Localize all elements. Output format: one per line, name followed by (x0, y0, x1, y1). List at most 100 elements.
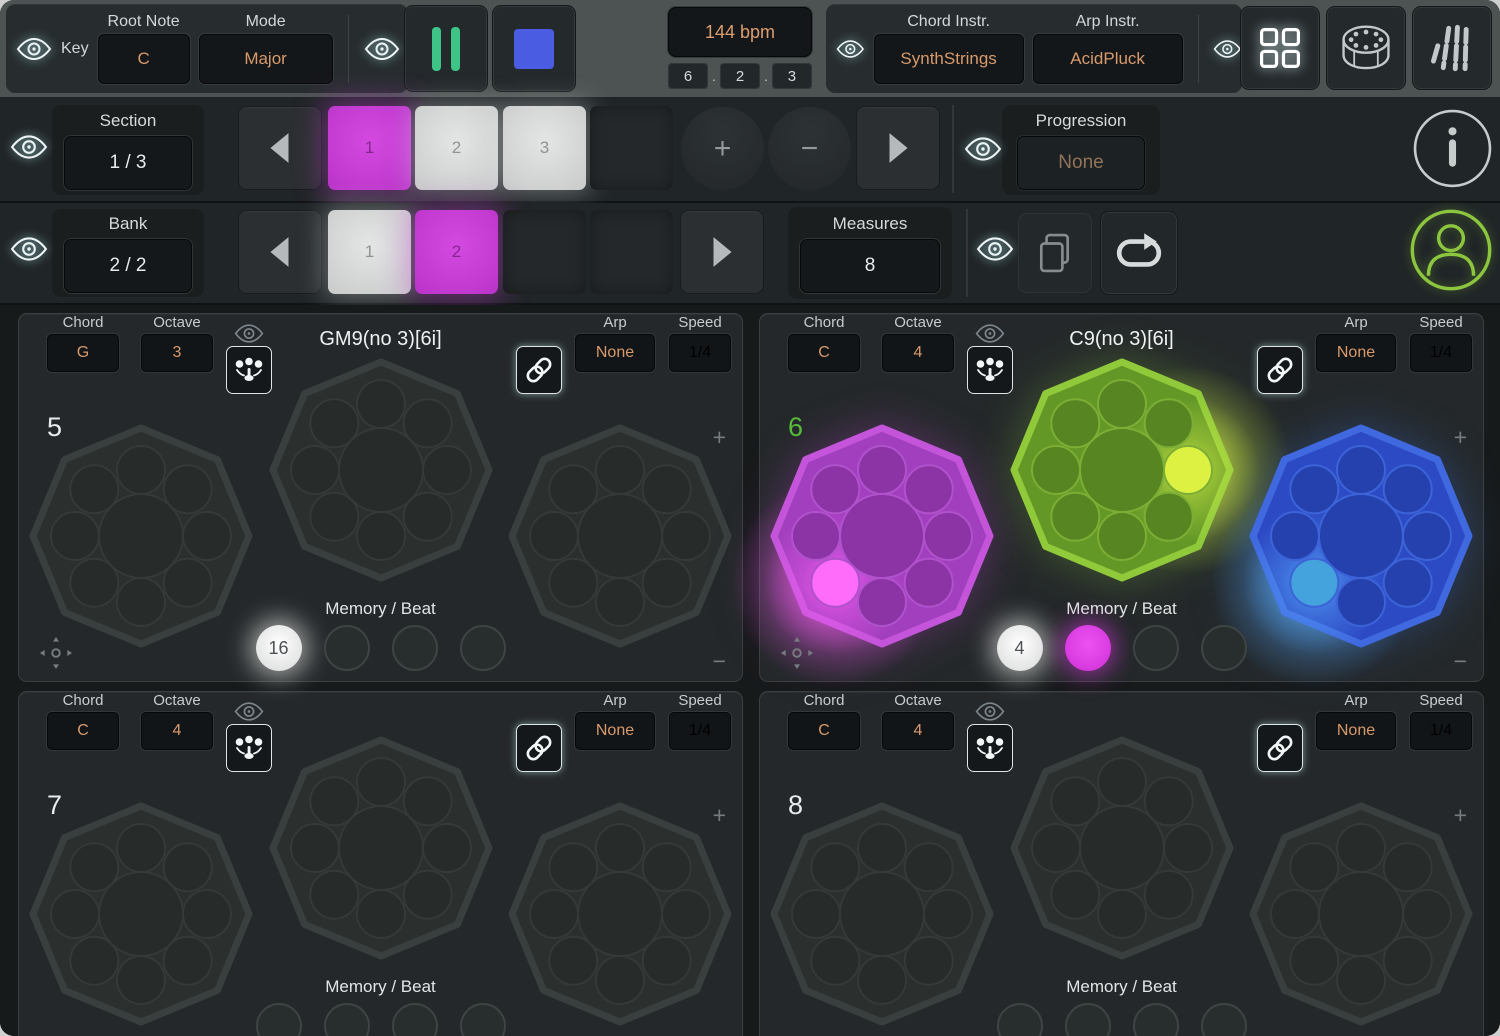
stop-button[interactable] (492, 5, 576, 92)
account-button[interactable] (1408, 205, 1494, 297)
bank-visibility-eye-icon[interactable] (10, 237, 48, 261)
section-value[interactable]: 1 / 3 (64, 136, 192, 190)
arp-label: Arp (603, 314, 626, 331)
strum-button[interactable] (967, 724, 1013, 772)
root-note-select[interactable]: C (98, 34, 190, 84)
speed-select[interactable]: 1/4 (1410, 712, 1472, 750)
arp-select[interactable]: None (575, 334, 655, 372)
info-button[interactable] (1412, 108, 1493, 189)
memory-beat-circle[interactable] (1201, 625, 1247, 671)
section-visibility-eye-icon[interactable] (10, 135, 48, 159)
pause-button[interactable] (404, 5, 488, 92)
measures-label: Measures (833, 214, 908, 234)
memory-beat-circle[interactable] (1133, 625, 1179, 671)
memory-beat-circle[interactable] (460, 1003, 506, 1036)
section-remove-button[interactable]: − (768, 107, 851, 190)
octave-select[interactable]: 4 (141, 712, 213, 750)
measures-value[interactable]: 8 (800, 239, 940, 293)
key-visibility-eye-icon[interactable] (16, 38, 52, 60)
link-button[interactable] (516, 724, 562, 772)
arp-select[interactable]: None (1316, 712, 1396, 750)
memory-beat-circle[interactable]: 4 (997, 625, 1043, 671)
strum-button[interactable] (226, 346, 272, 394)
link-button[interactable] (1257, 724, 1303, 772)
memory-beat-circle[interactable] (392, 1003, 438, 1036)
bank-pad-1[interactable]: 1 (328, 210, 411, 294)
chord-select[interactable]: C (788, 712, 860, 750)
memory-beat-circle[interactable] (1201, 1003, 1247, 1036)
views-visibility-eye-icon[interactable] (1213, 38, 1242, 60)
chord-slot-panel-8: Chord C Octave 4 Arp None (759, 691, 1484, 1036)
bank-value[interactable]: 2 / 2 (64, 239, 192, 293)
memory-beat-circle[interactable] (1065, 1003, 1111, 1036)
memory-beat-circle[interactable] (997, 1003, 1043, 1036)
bpm-display[interactable]: 144 bpm (668, 7, 812, 57)
chord-instr-visibility-eye-icon[interactable] (836, 38, 865, 60)
strum-visibility-eye-icon[interactable] (234, 702, 264, 721)
expand-plus[interactable]: + (1454, 802, 1467, 829)
memory-beat-block: Memory / Beat (760, 977, 1483, 1036)
strum-button[interactable] (226, 724, 272, 772)
section-pad-4[interactable] (590, 106, 673, 190)
memory-beat-circle[interactable] (256, 1003, 302, 1036)
bank-pad-2[interactable]: 2 (415, 210, 498, 294)
progression-control: Progression None (1002, 105, 1160, 195)
memory-beat-circle[interactable] (324, 625, 370, 671)
section-prev-button[interactable] (238, 106, 322, 190)
chord-instrument-select[interactable]: SynthStrings (874, 34, 1024, 84)
speed-select[interactable]: 1/4 (1410, 334, 1472, 372)
progression-visibility-eye-icon[interactable] (964, 137, 1002, 161)
bank-tools-visibility-eye-icon[interactable] (976, 237, 1014, 261)
memory-beat-block: Memory / Beat 16 (19, 599, 742, 671)
sticks-view-button[interactable] (1412, 6, 1492, 90)
expand-plus[interactable]: + (1454, 424, 1467, 451)
transport-visibility-eye-icon[interactable] (364, 38, 400, 60)
mode-select[interactable]: Major (199, 34, 333, 84)
memory-beat-circle[interactable] (1065, 625, 1111, 671)
memory-beat-circle[interactable] (1133, 1003, 1179, 1036)
arp-instrument-select[interactable]: AcidPluck (1033, 34, 1183, 84)
link-button[interactable] (516, 346, 562, 394)
octave-select[interactable]: 4 (882, 712, 954, 750)
memory-beat-circle[interactable] (392, 625, 438, 671)
bank-next-button[interactable] (680, 210, 764, 294)
link-button[interactable] (1257, 346, 1303, 394)
memory-beat-circles: 16 (256, 625, 506, 671)
chord-select[interactable]: C (47, 712, 119, 750)
speed-label: Speed (678, 692, 721, 709)
arp-select[interactable]: None (575, 712, 655, 750)
section-counter: Section 1 / 3 (52, 105, 204, 195)
copy-button[interactable] (1018, 213, 1092, 293)
strum-visibility-eye-icon[interactable] (975, 702, 1005, 721)
arp-select[interactable]: None (1316, 334, 1396, 372)
measures-control: Measures 8 (788, 207, 952, 299)
speed-select[interactable]: 1/4 (669, 712, 731, 750)
bank-prev-button[interactable] (238, 210, 322, 294)
slot-number: 5 (47, 412, 62, 443)
grid-icon (1257, 25, 1303, 71)
loop-button[interactable] (1100, 211, 1178, 295)
section-pad-1[interactable]: 1 (328, 106, 411, 190)
section-add-button[interactable]: + (681, 107, 764, 190)
bank-pad-4[interactable] (590, 210, 673, 294)
section-next-button[interactable] (856, 106, 940, 190)
memory-beat-circle[interactable]: 16 (256, 625, 302, 671)
strum-button[interactable] (967, 346, 1013, 394)
expand-plus[interactable]: + (713, 802, 726, 829)
memory-beat-circle[interactable] (324, 1003, 370, 1036)
memory-beat-circles (256, 1003, 506, 1036)
memory-beat-label: Memory / Beat (1066, 977, 1177, 997)
progression-select[interactable]: None (1017, 136, 1145, 190)
memory-beat-circles: 4 (997, 625, 1247, 671)
strum-icon (974, 357, 1006, 383)
speed-select[interactable]: 1/4 (669, 334, 731, 372)
octave-label: Octave (153, 692, 201, 709)
expand-plus[interactable]: + (713, 424, 726, 451)
bank-pad-3[interactable] (503, 210, 586, 294)
section-pad-3[interactable]: 3 (503, 106, 586, 190)
grid-view-button[interactable] (1240, 6, 1320, 90)
memory-beat-label: Memory / Beat (325, 599, 436, 619)
section-pad-2[interactable]: 2 (415, 106, 498, 190)
memory-beat-circle[interactable] (460, 625, 506, 671)
handpan-view-button[interactable] (1326, 6, 1406, 90)
